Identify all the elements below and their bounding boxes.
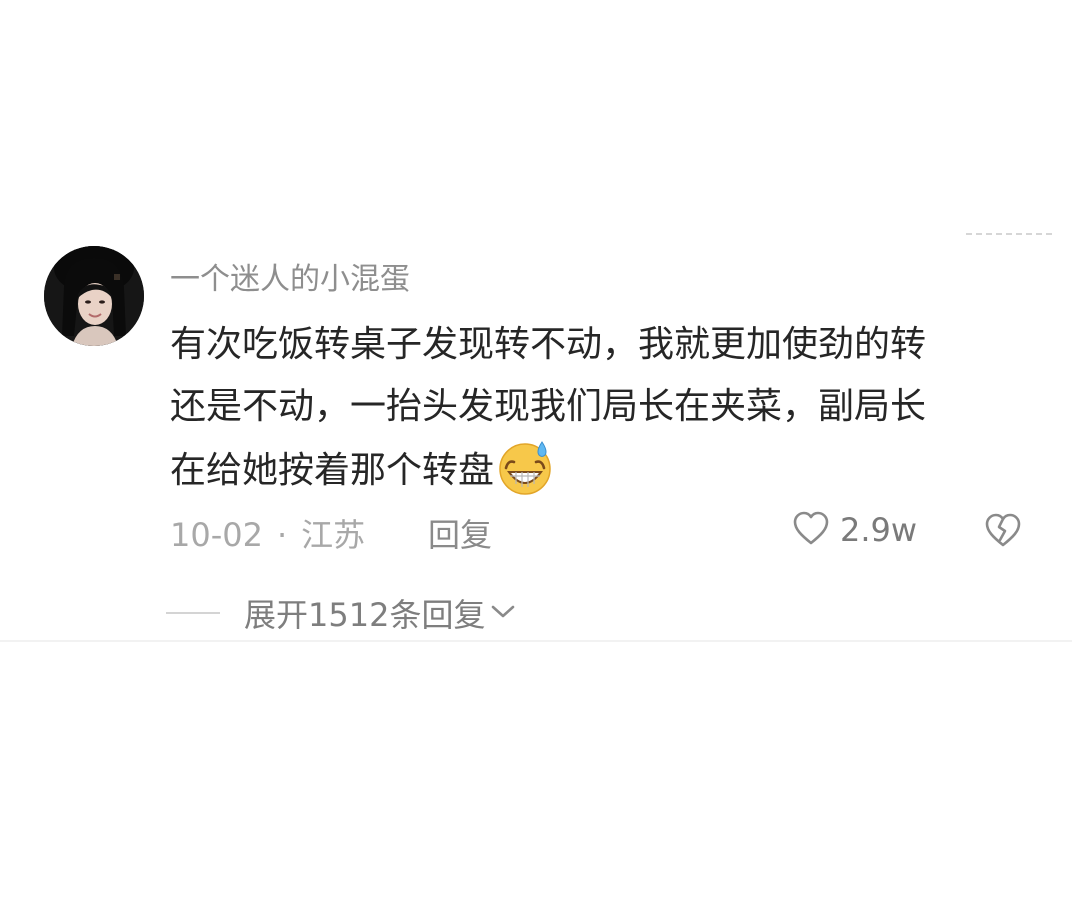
like-button[interactable]: 2.9w <box>792 510 917 550</box>
like-count: 2.9w <box>840 511 918 549</box>
comment-location: 江苏 <box>301 516 366 554</box>
reply-button[interactable]: 回复 <box>428 510 492 556</box>
top-divider <box>966 233 1052 235</box>
expand-replies-label: 展开1512条回复 <box>244 596 486 634</box>
comment-content-line-3: 在给她按着那个转盘 <box>170 450 495 491</box>
comment-username[interactable]: 一个迷人的小混蛋 <box>170 254 410 298</box>
comment-meta: 10-02 · 江苏 <box>170 510 365 556</box>
meta-separator: · <box>276 516 288 554</box>
comment-content-line-3-wrap: 在给她按着那个转盘 <box>170 438 1030 502</box>
grinning-sweat-emoji-icon <box>496 438 554 496</box>
comment-content-line-2: 还是不动，一抬头发现我们局长在夹菜，副局长 <box>170 386 927 427</box>
comment-date: 10-02 <box>170 516 263 554</box>
broken-heart-icon <box>984 513 1022 552</box>
expand-replies-button[interactable]: 展开1512条回复 <box>166 590 517 636</box>
heart-outline-icon <box>792 510 830 550</box>
expand-divider <box>166 612 220 614</box>
comment-content: 有次吃饭转桌子发现转不动，我就更加使劲的转 还是不动，一抬头发现我们局长在夹菜，… <box>170 314 1030 502</box>
avatar[interactable] <box>44 246 144 346</box>
comment-content-line-1: 有次吃饭转桌子发现转不动，我就更加使劲的转 <box>170 324 927 365</box>
avatar-image <box>44 246 144 346</box>
section-divider <box>0 640 1072 642</box>
dislike-button[interactable] <box>984 512 1022 552</box>
chevron-down-icon <box>489 601 517 625</box>
